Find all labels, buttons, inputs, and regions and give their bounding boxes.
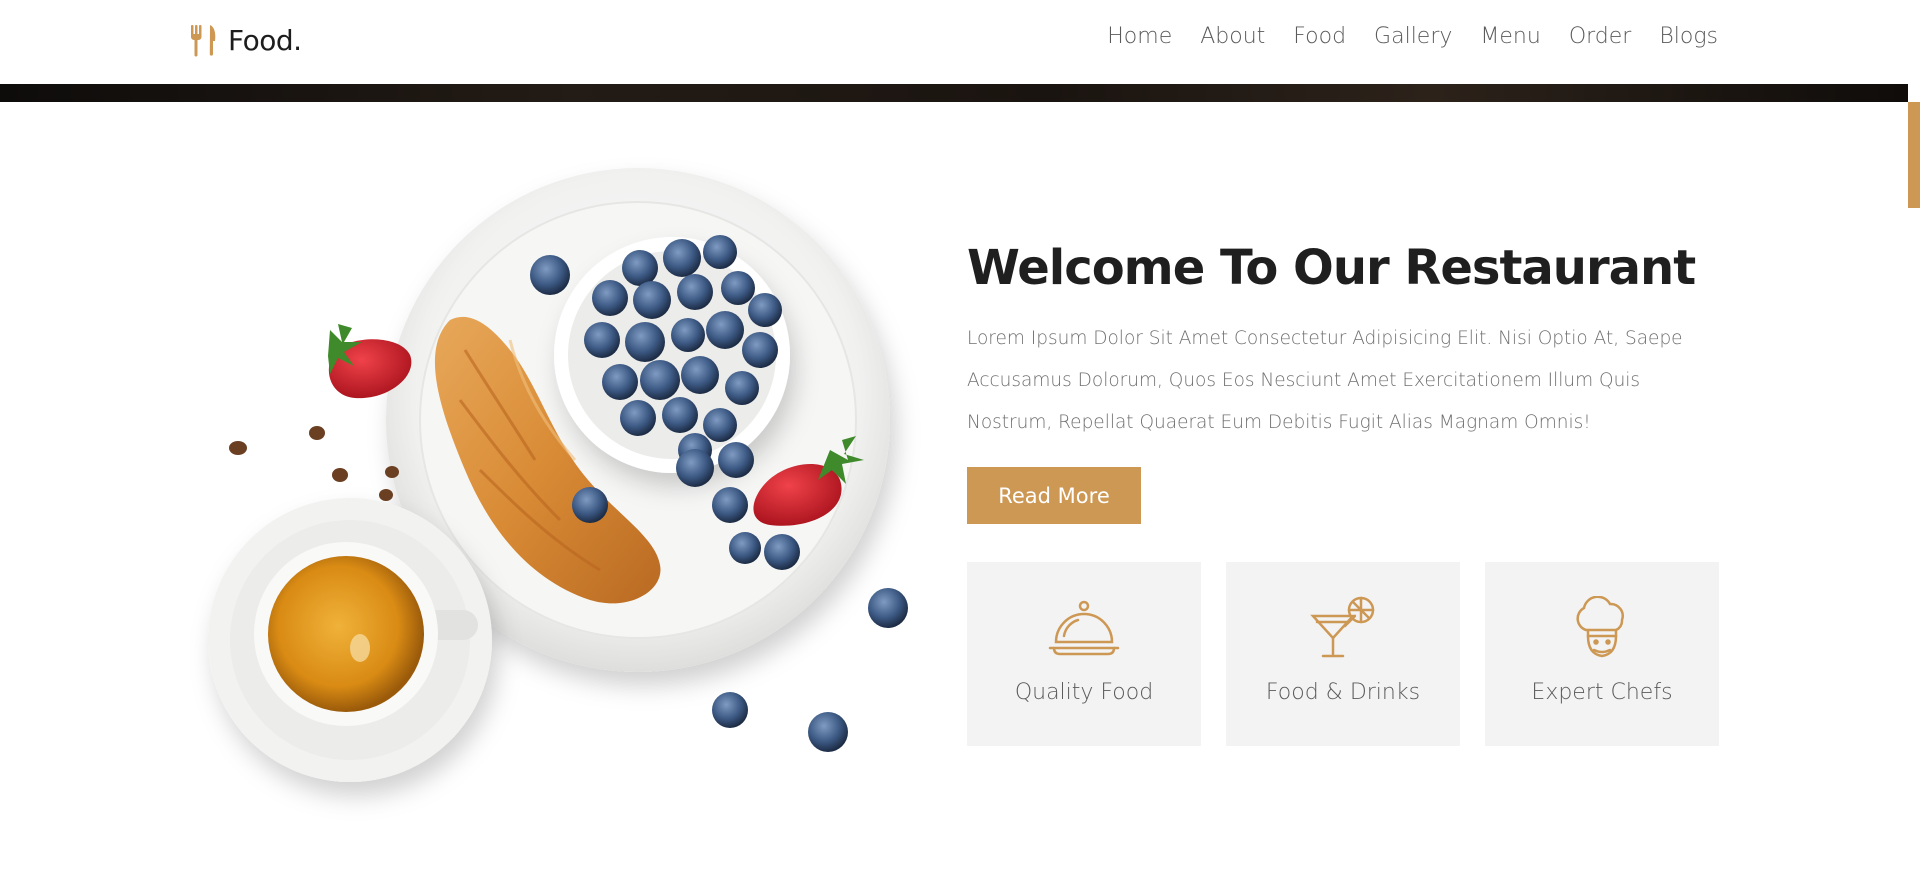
welcome-title: Welcome To Our Restaurant [967, 240, 1696, 296]
feature-label: Quality Food [1014, 680, 1154, 705]
nav-food[interactable]: Food [1293, 24, 1346, 49]
nav-blogs[interactable]: Blogs [1659, 24, 1718, 49]
nav-menu[interactable]: Menu [1480, 24, 1540, 49]
read-more-button[interactable]: Read More [967, 467, 1141, 524]
cloche-icon [1048, 600, 1120, 656]
logo-text: Food. [228, 23, 302, 57]
feature-label: Expert Chefs [1531, 680, 1673, 705]
nav-about[interactable]: About [1200, 24, 1265, 49]
feature-card-food-drinks[interactable]: Food & Drinks [1226, 562, 1460, 746]
nav-gallery[interactable]: Gallery [1374, 24, 1452, 49]
feature-card-quality-food[interactable]: Quality Food [967, 562, 1201, 746]
utensils-icon [191, 25, 216, 57]
feature-label: Food & Drinks [1265, 680, 1421, 705]
feature-card-expert-chefs[interactable]: Expert Chefs [1485, 562, 1719, 746]
logo[interactable]: Food. [190, 22, 302, 58]
welcome-description: Lorem Ipsum Dolor Sit Amet Consectetur A… [967, 328, 1683, 433]
nav-order[interactable]: Order [1569, 24, 1632, 49]
breakfast-image [208, 168, 908, 782]
cocktail-icon [1310, 596, 1375, 658]
main-nav: Home About Food Gallery Menu Order Blogs [1107, 24, 1718, 49]
site-header: Food. Home About Food Gallery Menu Order… [0, 0, 1920, 84]
hero-image-edge [0, 84, 1908, 102]
nav-home[interactable]: Home [1107, 24, 1172, 49]
chef-hat-icon [1576, 596, 1624, 658]
scrollbar-thumb[interactable] [1908, 102, 1920, 208]
feature-cards: Quality Food Food & Drinks Expert Chefs [967, 562, 1719, 746]
